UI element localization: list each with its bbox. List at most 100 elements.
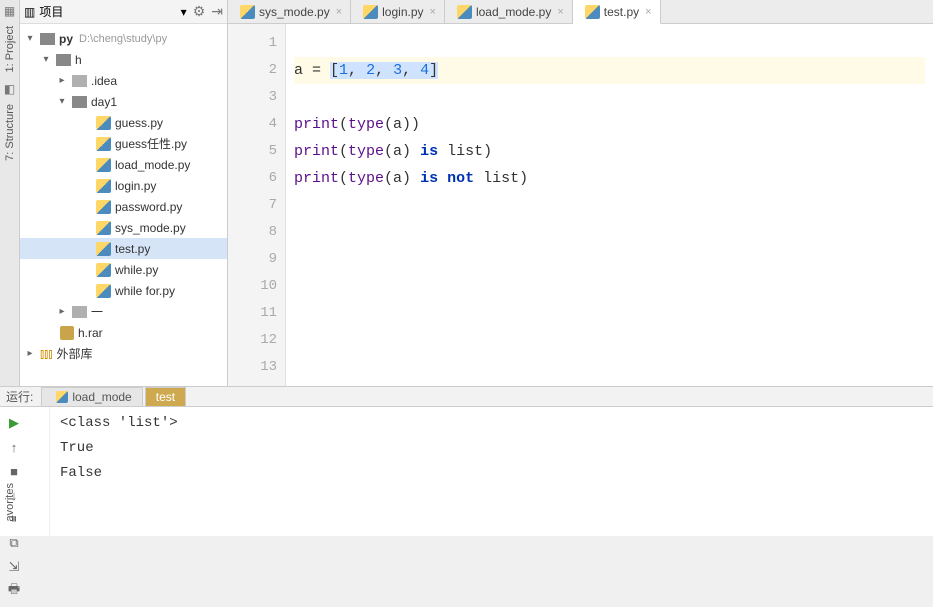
file-label: load_mode.py: [115, 158, 190, 172]
line-number: 2: [228, 57, 277, 84]
tree-file-load-mode[interactable]: load_mode.py: [20, 154, 227, 175]
chevron-right-icon[interactable]: ▸: [24, 348, 36, 359]
project-tree[interactable]: ▾ py D:\cheng\study\py ▾ h ▸ .idea ▾: [20, 24, 227, 386]
chevron-right-icon[interactable]: ▸: [56, 75, 68, 86]
project-panel: ▥ 项目 ▾ ⚙ ⇥ ▾ py D:\cheng\study\py ▾ h: [20, 0, 228, 386]
code-editor[interactable]: a = [1, 2, 3, 4] print(type(a)) print(ty…: [286, 24, 933, 386]
line-number: 10: [228, 273, 277, 300]
code-line: [294, 84, 925, 111]
tree-folder-h[interactable]: ▾ h: [20, 49, 227, 70]
line-number: 5: [228, 138, 277, 165]
tab-label: login.py: [382, 5, 423, 19]
tree-file-sys-mode[interactable]: sys_mode.py: [20, 217, 227, 238]
output-line: True: [60, 436, 923, 461]
close-icon[interactable]: ×: [557, 6, 563, 18]
favorites-tool-tab[interactable]: avorites: [2, 477, 18, 528]
archive-icon: [60, 326, 74, 340]
tree-file-guess2[interactable]: guess任性.py: [20, 133, 227, 154]
file-label: guess任性.py: [115, 135, 187, 152]
folder-icon: [72, 75, 87, 87]
python-file-icon: [240, 5, 255, 19]
tab-test[interactable]: test.py×: [573, 0, 661, 24]
print-icon[interactable]: 🖶: [4, 581, 24, 601]
layout-icon[interactable]: ⧉: [4, 533, 24, 553]
output-line: False: [60, 461, 923, 486]
tree-file-hrar[interactable]: h.rar: [20, 322, 227, 343]
left-tool-strip: ▦ 1: Project ◧ 7: Structure avorites: [0, 0, 20, 386]
root-path: D:\cheng\study\py: [79, 33, 167, 45]
tab-label: sys_mode.py: [259, 5, 330, 19]
tree-file-while-for[interactable]: while for.py: [20, 280, 227, 301]
tree-file-login[interactable]: login.py: [20, 175, 227, 196]
project-view-icon: ▥: [24, 5, 35, 19]
close-icon[interactable]: ×: [336, 6, 342, 18]
code-line: print(type(a) is list): [294, 138, 925, 165]
tree-root[interactable]: ▾ py D:\cheng\study\py: [20, 28, 227, 49]
folder-label: 一: [91, 303, 103, 320]
python-file-icon: [96, 221, 111, 235]
tree-file-password[interactable]: password.py: [20, 196, 227, 217]
run-tab-label: test: [156, 390, 175, 404]
python-file-icon: [363, 5, 378, 19]
dropdown-icon[interactable]: ▾: [181, 5, 187, 19]
tree-file-while[interactable]: while.py: [20, 259, 227, 280]
run-tab-load-mode[interactable]: load_mode: [41, 387, 142, 406]
python-file-icon: [96, 137, 111, 151]
run-panel: 运行: load_mode test ▶ ↑ ■ ↓ ⏸ ⧉ ⇲ 🖶 <clas…: [0, 386, 933, 536]
folder-icon: [40, 33, 55, 45]
tree-external-libs[interactable]: ▸ ⫾⫾⫾ 外部库: [20, 343, 227, 364]
python-file-icon: [457, 5, 472, 19]
python-file-icon: [96, 284, 111, 298]
python-file-icon: [96, 116, 111, 130]
line-number: 3: [228, 84, 277, 111]
line-number: 11: [228, 300, 277, 327]
folder-icon: [72, 96, 87, 108]
code-line: print(type(a)): [294, 111, 925, 138]
export-icon[interactable]: ⇲: [4, 557, 24, 577]
line-number: 12: [228, 327, 277, 354]
python-file-icon: [96, 242, 111, 256]
chevron-down-icon[interactable]: ▾: [40, 54, 52, 65]
tab-load-mode[interactable]: load_mode.py×: [445, 0, 573, 23]
run-tab-test[interactable]: test: [145, 387, 186, 406]
project-tool-tab[interactable]: 1: Project: [2, 20, 18, 78]
code-line: [294, 30, 925, 57]
close-icon[interactable]: ×: [430, 6, 436, 18]
file-label: login.py: [115, 179, 156, 193]
gear-icon[interactable]: ⚙: [193, 3, 206, 20]
chevron-down-icon[interactable]: ▾: [24, 33, 36, 44]
collapse-icon[interactable]: ⇥: [211, 3, 223, 20]
folder-icon: [72, 306, 87, 318]
run-output[interactable]: <class 'list'> True False: [50, 407, 933, 607]
editor-area: sys_mode.py × login.py × load_mode.py× tes…: [228, 0, 933, 386]
external-label: 外部库: [56, 345, 92, 362]
run-label: 运行:: [6, 388, 33, 405]
chevron-down-icon[interactable]: ▾: [56, 96, 68, 107]
tree-file-guess[interactable]: guess.py: [20, 112, 227, 133]
tree-folder-day1[interactable]: ▾ day1: [20, 91, 227, 112]
line-number: 13: [228, 354, 277, 381]
file-label: guess.py: [115, 116, 163, 130]
chevron-right-icon[interactable]: ▸: [56, 306, 68, 317]
file-label: while.py: [115, 263, 158, 277]
file-label: sys_mode.py: [115, 221, 186, 235]
tab-login[interactable]: login.py ×: [351, 0, 445, 23]
project-header: ▥ 项目 ▾ ⚙ ⇥: [20, 0, 227, 24]
code-line: [294, 192, 925, 219]
python-file-icon: [56, 391, 68, 403]
scroll-up-icon[interactable]: ↑: [4, 437, 24, 457]
project-title: 项目: [39, 3, 180, 20]
line-gutter[interactable]: 1 2 3 4 5 6 7 8 9 10 11 12 13: [228, 24, 286, 386]
close-icon[interactable]: ×: [645, 6, 651, 18]
code-line: a = [1, 2, 3, 4]: [294, 57, 925, 84]
tree-file-test[interactable]: test.py: [20, 238, 227, 259]
line-number: 6: [228, 165, 277, 192]
tree-folder-idea[interactable]: ▸ .idea: [20, 70, 227, 91]
root-label: py: [59, 32, 73, 46]
tab-sys-mode[interactable]: sys_mode.py ×: [228, 0, 351, 23]
file-label: while for.py: [115, 284, 175, 298]
tree-folder-dash[interactable]: ▸ 一: [20, 301, 227, 322]
structure-tool-tab[interactable]: 7: Structure: [2, 98, 18, 167]
run-tab-label: load_mode: [72, 390, 131, 404]
run-button[interactable]: ▶: [4, 413, 24, 433]
